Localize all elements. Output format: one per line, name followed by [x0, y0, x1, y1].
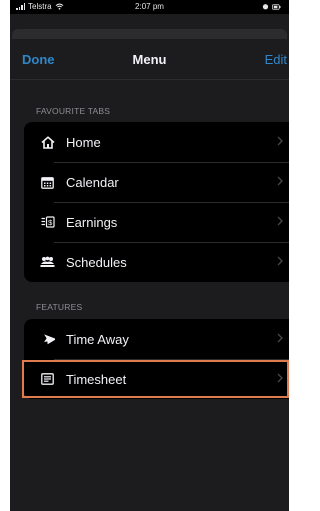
menu-item-label: Time Away	[66, 331, 129, 347]
menu-item-timesheet[interactable]: Timesheet	[24, 359, 289, 399]
earnings-icon: $	[40, 215, 55, 229]
timesheet-icon	[40, 372, 55, 386]
sheet-top-edge	[12, 29, 287, 39]
battery-icon	[272, 3, 281, 10]
menu-item-label: Schedules	[66, 254, 127, 270]
menu-item-label: Calendar	[66, 174, 119, 190]
section-header-features: FEATURES	[36, 302, 83, 312]
chevron-right-icon	[277, 373, 283, 383]
menu-item-earnings[interactable]: $ Earnings	[24, 202, 289, 242]
features-list: Time Away Timesheet	[24, 319, 289, 399]
edit-button[interactable]: Edit	[265, 52, 287, 67]
calendar-icon	[40, 175, 55, 189]
chevron-right-icon	[277, 176, 283, 186]
home-icon	[40, 135, 55, 149]
alarm-icon	[262, 4, 269, 10]
section-header-favourite-tabs: FAVOURITE TABS	[36, 106, 111, 116]
favourite-tabs-list: Home Calendar $ Earnings Schedules	[24, 122, 289, 282]
airplane-icon	[40, 332, 55, 346]
menu-item-label: Timesheet	[66, 371, 127, 387]
chevron-right-icon	[277, 216, 283, 226]
phone-screen: Telstra 2:07 pm Done Menu Edit FAVOURITE…	[10, 0, 289, 511]
chevron-right-icon	[277, 256, 283, 266]
menu-item-label: Home	[66, 134, 101, 150]
status-bar: Telstra 2:07 pm	[10, 0, 289, 14]
page-title: Menu	[132, 52, 167, 67]
chevron-right-icon	[277, 136, 283, 146]
svg-text:$: $	[48, 218, 53, 227]
menu-item-label: Earnings	[66, 214, 118, 230]
status-right	[262, 3, 281, 10]
menu-item-calendar[interactable]: Calendar	[24, 162, 289, 202]
menu-item-time-away[interactable]: Time Away	[24, 319, 289, 359]
menu-item-schedules[interactable]: Schedules	[24, 242, 289, 282]
menu-item-home[interactable]: Home	[24, 122, 289, 162]
chevron-right-icon	[277, 333, 283, 343]
schedules-icon	[40, 255, 55, 269]
status-time: 2:07 pm	[135, 2, 164, 11]
navigation-bar: Done Menu Edit	[10, 40, 289, 80]
